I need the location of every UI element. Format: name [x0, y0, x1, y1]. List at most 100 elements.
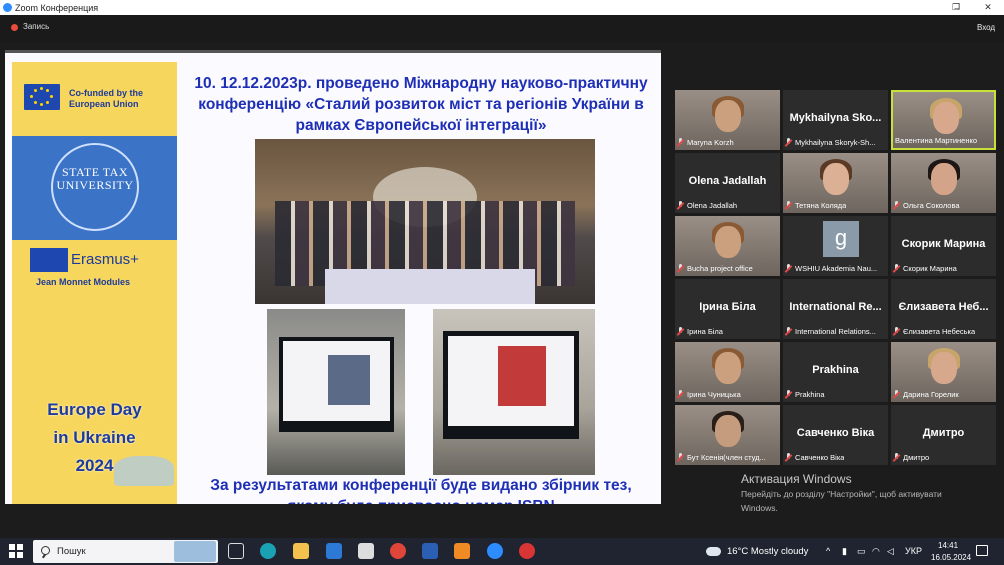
participant-tile[interactable]: Тетяна Коляда — [783, 153, 888, 213]
participant-footer: Бут Ксенія(член студ... — [677, 452, 778, 463]
participant-tile[interactable]: Prakhina Prakhina — [783, 342, 888, 402]
participant-face — [715, 100, 741, 132]
participant-name: International Relations... — [795, 327, 876, 336]
yandex-browser-icon[interactable] — [519, 543, 535, 559]
participant-tile[interactable]: Bucha project office — [675, 216, 780, 276]
participant-footer: Скорик Марина — [893, 263, 994, 274]
participant-name: Бут Ксенія(член студ... — [687, 453, 766, 462]
yellow-spacer — [12, 304, 177, 394]
mail-icon[interactable] — [326, 543, 342, 559]
cloud-icon — [706, 547, 721, 556]
zoom-taskbar-icon[interactable] — [487, 543, 503, 559]
search-input[interactable]: Пошук — [57, 546, 86, 557]
word-icon[interactable] — [422, 543, 438, 559]
chrome-icon[interactable] — [390, 543, 406, 559]
presentation-slide — [448, 336, 574, 426]
battery-icon[interactable]: ▭ — [857, 546, 866, 557]
activation-line2: Windows. — [741, 503, 778, 513]
mic-tray-icon[interactable]: ▮ — [842, 546, 847, 557]
shared-screen[interactable]: Co-funded by the European Union STATE TA… — [5, 50, 661, 504]
participant-face — [823, 163, 849, 195]
participant-name: Дмитро — [903, 453, 930, 462]
participant-tile[interactable]: Ольга Соколова — [891, 153, 996, 213]
activation-line1: Перейдіть до розділу "Настройки", щоб ак… — [741, 489, 942, 499]
mic-muted-icon — [785, 264, 792, 273]
participant-tile[interactable]: Ірина Чуницька — [675, 342, 780, 402]
maximize-button[interactable]: ❐ — [943, 0, 969, 15]
speaker-portrait — [328, 355, 370, 405]
notification-icon[interactable] — [976, 545, 988, 556]
participant-face — [933, 102, 959, 134]
mic-muted-icon — [677, 264, 684, 273]
participant-big-name: Скорик Марина — [901, 238, 986, 250]
participant-name: Prakhina — [795, 390, 825, 399]
participant-tile[interactable]: g WSHIU Akademia Nau... — [783, 216, 888, 276]
chevron-up-icon[interactable]: ^ — [826, 546, 830, 556]
participant-tile[interactable]: Бут Ксенія(член студ... — [675, 405, 780, 465]
participant-name: Olena Jadallah — [687, 201, 738, 210]
mic-muted-icon — [893, 201, 900, 210]
erasmus-block: Erasmus+ Jean Monnet Modules — [12, 240, 177, 304]
participant-name: Ірина Біла — [687, 327, 723, 336]
file-explorer-icon[interactable] — [293, 543, 309, 559]
participant-tile[interactable]: Дарина Горелик — [891, 342, 996, 402]
clock-time[interactable]: 14:41 — [938, 541, 958, 550]
participant-footer: Olena Jadallah — [677, 200, 778, 211]
europe-day-line2: in Ukraine — [53, 428, 136, 447]
speaker-screen-photo-right — [433, 309, 595, 475]
edge-browser-icon[interactable] — [260, 543, 276, 559]
participant-tile[interactable]: Mykhailyna Sko... Mykhailyna Skoryk-Sh... — [783, 90, 888, 150]
participant-face — [931, 352, 957, 384]
participant-name: WSHIU Akademia Nau... — [795, 264, 878, 273]
app-icon[interactable] — [454, 543, 470, 559]
participant-tile[interactable]: Валентина Мартиненко — [891, 90, 996, 150]
participant-tile[interactable]: Савченко Віка Савченко Віка — [783, 405, 888, 465]
start-button[interactable] — [9, 544, 23, 558]
participant-tile[interactable]: International Re... International Relatio… — [783, 279, 888, 339]
participant-tile[interactable]: Скорик Марина Скорик Марина — [891, 216, 996, 276]
participant-face — [715, 226, 741, 258]
participant-footer: Савченко Віка — [785, 452, 886, 463]
zoom-window: { "window": { "title": "Zoom Конференция… — [0, 0, 1004, 565]
slide-heading: 10. 12.12.2023р. проведено Міжнародну на… — [194, 75, 648, 134]
store-icon[interactable] — [358, 543, 374, 559]
participant-name: Дарина Горелик — [903, 390, 959, 399]
mic-muted-icon — [893, 390, 900, 399]
tv-screen — [279, 337, 394, 432]
mic-muted-icon — [677, 453, 684, 462]
conference-table — [325, 269, 535, 304]
participant-footer: Ольга Соколова — [893, 200, 994, 211]
participant-name: Ірина Чуницька — [687, 390, 741, 399]
task-view-icon[interactable] — [228, 543, 244, 559]
participant-tile[interactable]: Olena Jadallah Olena Jadallah — [675, 153, 780, 213]
tv-screen — [443, 331, 579, 439]
network-icon[interactable]: ◠ — [872, 546, 880, 557]
participant-name: Єлизавета Небеська — [903, 327, 976, 336]
participant-name: Савченко Віка — [795, 453, 845, 462]
weather-text[interactable]: 16°C Mostly cloudy — [727, 546, 808, 557]
participant-tile[interactable]: Maryna Korzh — [675, 90, 780, 150]
hands-illustration-icon — [114, 456, 174, 486]
participant-big-name: Olena Jadallah — [688, 175, 767, 187]
close-button[interactable]: ✕ — [975, 0, 1001, 15]
participant-name: Bucha project office — [687, 264, 753, 273]
participant-tile[interactable]: Єлизавета Неб... Єлизавета Небеська — [891, 279, 996, 339]
mic-muted-icon — [785, 201, 792, 210]
europe-day-line1: Europe Day — [47, 400, 142, 419]
volume-icon[interactable]: ◁ — [887, 546, 894, 557]
participant-footer: Ірина Чуницька — [677, 389, 778, 400]
mic-muted-icon — [893, 453, 900, 462]
participant-tile[interactable]: Дмитро Дмитро — [891, 405, 996, 465]
search-highlight-icon — [174, 541, 216, 562]
participant-big-name: International Re... — [789, 301, 882, 313]
record-label[interactable]: Запись — [23, 22, 49, 31]
university-block: STATE TAX UNIVERSITY — [12, 136, 177, 240]
zoom-toolbar — [0, 15, 1004, 42]
eu-cofunded-text: Co-funded by the European Union — [69, 88, 143, 109]
exit-button[interactable]: Вход — [977, 23, 995, 32]
language-indicator[interactable]: УКР — [905, 546, 922, 556]
speaker-portrait — [498, 346, 546, 406]
clock-date[interactable]: 16.05.2024 — [931, 553, 971, 562]
participant-tile[interactable]: Ірина Біла Ірина Біла — [675, 279, 780, 339]
participant-footer: Prakhina — [785, 389, 886, 400]
